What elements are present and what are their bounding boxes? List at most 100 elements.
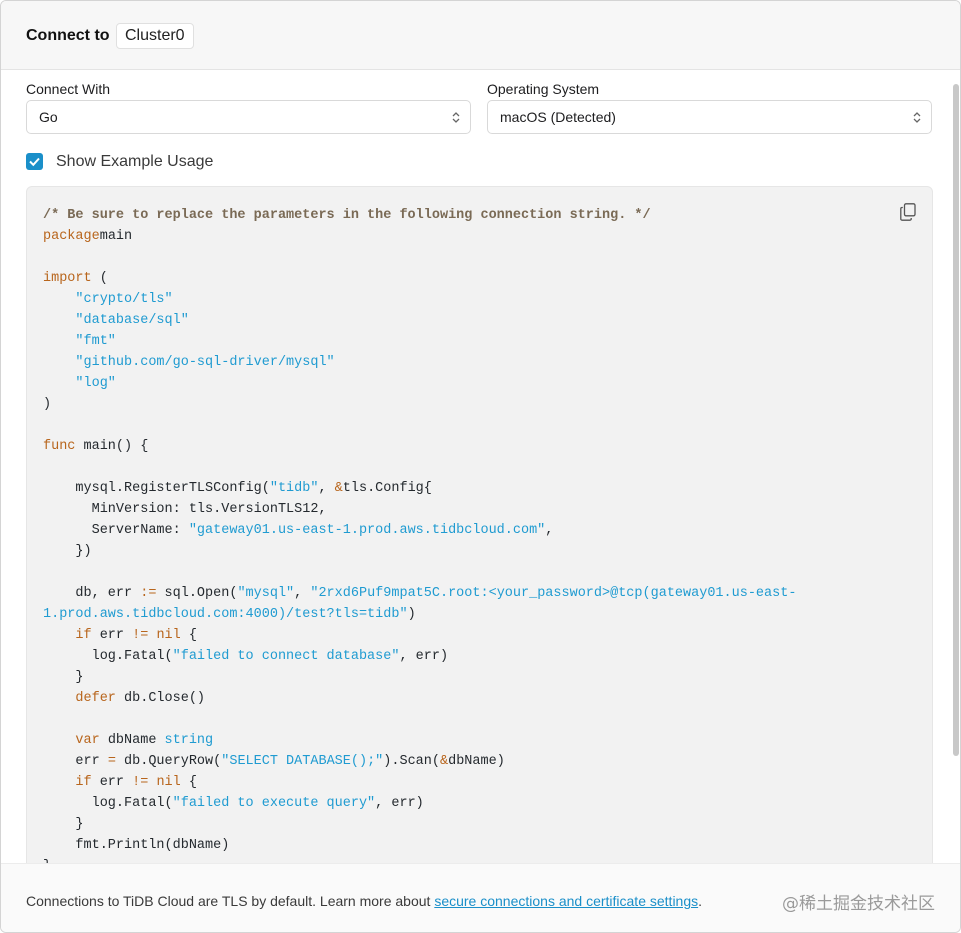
code-token: } [43, 670, 84, 685]
code-token: != [132, 775, 149, 790]
dialog-title: Connect to [26, 27, 110, 44]
code-token: ( [91, 271, 108, 286]
code-token: ).Scan( [383, 754, 440, 769]
chevron-up-down-icon [913, 112, 921, 123]
code-token: log.Fatal( [43, 796, 173, 811]
code-token: & [334, 481, 343, 496]
operating-system-value: macOS (Detected) [500, 109, 616, 125]
code-token: mysql.RegisterTLSConfig( [43, 481, 270, 496]
watermark: @稀土掘金技术社区 [782, 894, 935, 914]
code-token: "github.com/go-sql-driver/mysql" [75, 355, 335, 370]
code-token: "mysql" [237, 586, 295, 601]
code-line: /* Be sure to replace the parameters in … [43, 208, 651, 223]
code-line: "crypto/tls" [43, 292, 173, 307]
code-example-block: /* Be sure to replace the parameters in … [26, 186, 933, 888]
code-token: var [75, 733, 100, 748]
copy-icon[interactable] [900, 203, 916, 221]
code-line: "database/sql" [43, 313, 189, 328]
code-line: if err != nil { [43, 628, 197, 643]
connect-with-label: Connect With [26, 81, 111, 97]
code-line: import ( [43, 271, 108, 286]
code-token: ) [43, 397, 52, 412]
code-token: { [180, 775, 197, 790]
code-token: 1.prod.aws.tidbcloud.com:4000)/test?tls=… [43, 607, 408, 622]
code-token: "tidb" [269, 481, 319, 496]
code-token: log.Fatal( [43, 649, 173, 664]
code-token: MinVersion: tls.VersionTLS12, [43, 502, 327, 517]
code-line: if err != nil { [43, 775, 197, 790]
code-token: , [294, 586, 311, 601]
code-line: packagemain [43, 229, 132, 244]
code-token: "2rxd6Puf9mpat5C.root:<your_password>@tc… [310, 586, 797, 601]
code-line: } [43, 670, 84, 685]
operating-system-select[interactable]: macOS (Detected) [487, 100, 932, 134]
scrollbar[interactable] [953, 84, 959, 756]
code-line: mysql.RegisterTLSConfig("tidb", &tls.Con… [43, 481, 432, 496]
code-token: }) [43, 544, 92, 559]
code-line: "github.com/go-sql-driver/mysql" [43, 355, 335, 370]
code-token: dbName [99, 733, 165, 748]
code-token: db.QueryRow( [115, 754, 222, 769]
show-example-usage-checkbox[interactable] [26, 153, 43, 170]
code-token: db.Close() [115, 691, 206, 706]
connect-with-select[interactable]: Go [26, 100, 471, 134]
code-token: err [91, 628, 133, 643]
code-line: MinVersion: tls.VersionTLS12, [43, 502, 327, 517]
code-token: err [91, 775, 133, 790]
code-line: ServerName: "gateway01.us-east-1.prod.aw… [43, 523, 554, 538]
code-token: , err) [375, 796, 424, 811]
code-line: "log" [43, 376, 116, 391]
secure-connections-link[interactable]: secure connections and certificate setti… [434, 893, 698, 909]
code-token: "database/sql" [75, 313, 189, 328]
code-token: if [75, 628, 92, 643]
cluster-name-badge: Cluster0 [116, 23, 194, 49]
code-token: if [75, 775, 92, 790]
code-token: ) [407, 607, 416, 622]
show-example-usage-label[interactable]: Show Example Usage [56, 152, 213, 172]
code-token: & [440, 754, 449, 769]
code-token: sql.Open( [156, 586, 238, 601]
code-line: var dbName string [43, 733, 213, 748]
code-token: db, err [43, 586, 141, 601]
code-line: } [43, 817, 83, 832]
code-listing: /* Be sure to replace the parameters in … [43, 205, 796, 877]
code-token: "gateway01.us-east-1.prod.aws.tidbcloud.… [188, 523, 546, 538]
code-token: tls.Config{ [342, 481, 432, 496]
code-line: 1.prod.aws.tidbcloud.com:4000)/test?tls=… [43, 607, 416, 622]
code-token: dbName) [448, 754, 505, 769]
code-token: "SELECT DATABASE();" [221, 754, 384, 769]
dialog-header: Connect to Cluster0 [1, 1, 960, 70]
code-token: ServerName: [43, 523, 189, 538]
code-line: "fmt" [43, 334, 116, 349]
code-token: nil [156, 628, 181, 643]
code-token: "log" [75, 376, 116, 391]
code-token: main() { [75, 439, 149, 454]
code-token: { [180, 628, 197, 643]
code-token: func [43, 439, 76, 454]
code-token: , [545, 523, 554, 538]
code-token: "fmt" [75, 334, 116, 349]
checkmark-icon [29, 157, 40, 167]
code-token: "crypto/tls" [75, 292, 173, 307]
footer-text: Connections to TiDB Cloud are TLS by def… [26, 893, 435, 909]
code-line: defer db.Close() [43, 691, 205, 706]
code-token: != [132, 628, 149, 643]
code-token: nil [156, 775, 181, 790]
code-token: err [43, 754, 108, 769]
code-token: , err) [399, 649, 449, 664]
code-line: err = db.QueryRow("SELECT DATABASE();").… [43, 754, 505, 769]
code-line: ) [43, 397, 51, 412]
code-token: "failed to execute query" [172, 796, 376, 811]
footer-note: Connections to TiDB Cloud are TLS by def… [26, 892, 702, 910]
code-token: := [140, 586, 157, 601]
chevron-up-down-icon [452, 112, 460, 123]
